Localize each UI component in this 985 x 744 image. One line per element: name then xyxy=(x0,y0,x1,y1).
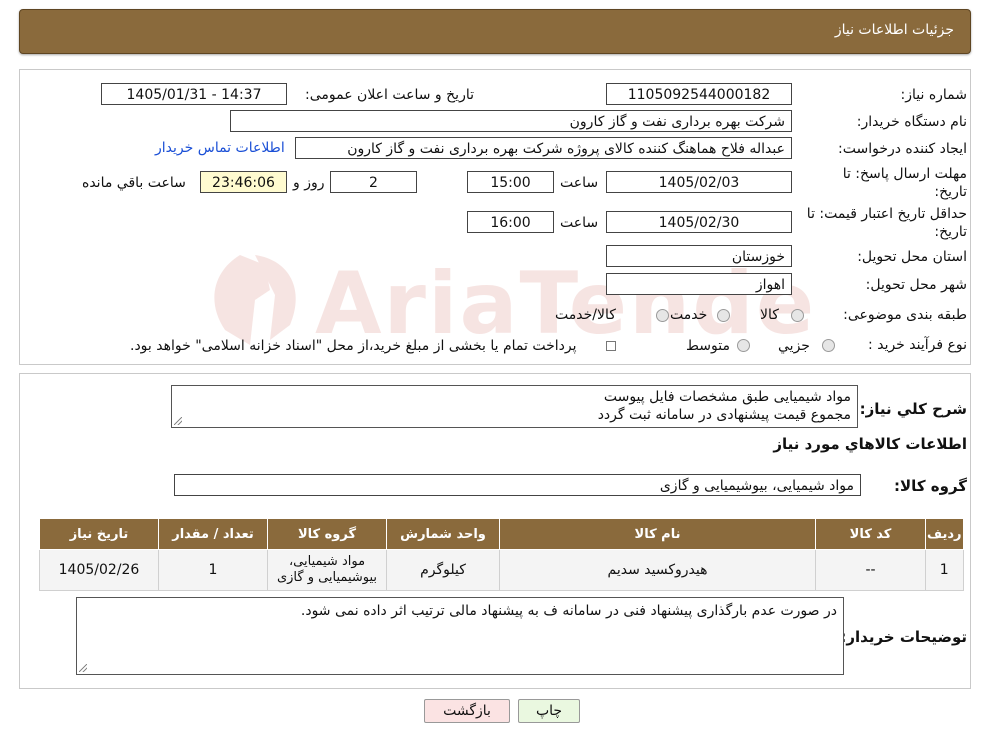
purchase-note: پرداخت تمام یا بخشی از مبلغ خرید،از محل … xyxy=(130,338,577,354)
category-radio-goods-service[interactable] xyxy=(656,309,669,322)
col-qty: تعداد / مقدار xyxy=(158,518,268,550)
creator-label: ایجاد کننده درخواست: xyxy=(838,141,967,157)
goods-section-title: اطلاعات کالاهاي مورد نياز xyxy=(773,435,967,453)
resize-grip-icon[interactable] xyxy=(174,417,182,425)
purchase-option-medium: متوسط xyxy=(686,338,730,354)
cell-name: هیدروکسید سدیم xyxy=(499,549,816,591)
category-radio-service[interactable] xyxy=(717,309,730,322)
summary-line-1: مواد شیمیایی طبق مشخصات فایل پیوست xyxy=(603,389,851,405)
purchase-radio-medium[interactable] xyxy=(737,339,750,352)
print-button[interactable]: چاپ xyxy=(518,699,580,723)
deadline-date-field: 1405/02/03 xyxy=(606,171,792,193)
creator-field: عبداله فلاح هماهنگ کننده کالای پروژه شرک… xyxy=(295,137,792,159)
goods-group-field: مواد شیمیایی، بیوشیمیایی و گازی xyxy=(174,474,861,496)
cell-date: 1405/02/26 xyxy=(39,549,159,591)
remaining-time-field: 23:46:06 xyxy=(200,171,287,193)
remaining-label: ساعت باقي مانده xyxy=(82,175,186,191)
purchase-type-label: نوع فرآیند خرید : xyxy=(868,337,967,353)
validity-time-label: ساعت xyxy=(560,215,599,231)
back-button[interactable]: بازگشت xyxy=(424,699,510,723)
goods-group-label: گروه کالا: xyxy=(894,477,967,495)
deadline-time-label: ساعت xyxy=(560,175,599,191)
need-number-label: شماره نیاز: xyxy=(900,87,968,103)
resize-grip-icon[interactable] xyxy=(79,664,87,672)
validity-label: حداقل تاریخ اعتبار قیمت: تا تاریخ: xyxy=(806,206,967,240)
deadline-time-field: 15:00 xyxy=(467,171,554,193)
cell-unit: کیلوگرم xyxy=(386,549,500,591)
table-row: 1 -- هیدروکسید سدیم کیلوگرم مواد شیمیایی… xyxy=(39,549,964,591)
goods-table-container: ردیف کد کالا نام کالا واحد شمارش گروه کا… xyxy=(39,518,964,591)
city-label: شهر محل تحویل: xyxy=(865,277,967,293)
category-radio-goods[interactable] xyxy=(791,309,804,322)
cell-code: -- xyxy=(815,549,926,591)
category-option-service: خدمت xyxy=(670,307,708,323)
announce-label: تاریخ و ساعت اعلان عمومی: xyxy=(305,87,474,103)
buyer-notes-label: توضیحات خریدار: xyxy=(840,628,967,646)
cell-group: مواد شیمیایی، بیوشیمیایی و گازی xyxy=(267,549,387,591)
col-unit: واحد شمارش xyxy=(386,518,500,550)
col-code: کد کالا xyxy=(815,518,926,550)
deadline-label: مهلت ارسال پاسخ: تا تاریخ: xyxy=(842,166,967,200)
validity-time-field: 16:00 xyxy=(467,211,554,233)
category-option-goods: کالا xyxy=(760,307,779,323)
cell-row: 1 xyxy=(925,549,964,591)
summary-textarea[interactable]: مواد شیمیایی طبق مشخصات فایل پیوست مجموع… xyxy=(171,385,858,428)
contact-info-link[interactable]: اطلاعات تماس خریدار xyxy=(155,140,285,156)
col-group: گروه کالا xyxy=(267,518,387,550)
province-field: خوزستان xyxy=(606,245,792,267)
col-row: ردیف xyxy=(925,518,964,550)
purchase-option-partial: جزیي xyxy=(778,338,810,354)
category-label: طبقه بندی موضوعی: xyxy=(843,307,967,323)
goods-table: ردیف کد کالا نام کالا واحد شمارش گروه کا… xyxy=(39,518,964,591)
days-label: روز و xyxy=(293,175,325,191)
treasury-checkbox[interactable] xyxy=(606,341,616,351)
purchase-radio-partial[interactable] xyxy=(822,339,835,352)
buyer-notes-textarea[interactable]: در صورت عدم بارگذاری پیشنهاد فنی در ساما… xyxy=(76,597,844,675)
col-date: تاریخ نیاز xyxy=(39,518,159,550)
province-label: استان محل تحویل: xyxy=(857,249,967,265)
summary-line-2: مجموع قیمت پیشنهادی در سامانه ثبت گردد xyxy=(597,407,851,423)
table-header-row: ردیف کد کالا نام کالا واحد شمارش گروه کا… xyxy=(39,518,964,550)
buyer-org-field: شرکت بهره برداری نفت و گاز کارون xyxy=(230,110,792,132)
days-field: 2 xyxy=(330,171,417,193)
buyer-notes-text: در صورت عدم بارگذاری پیشنهاد فنی در ساما… xyxy=(300,603,837,619)
need-number-field: 1105092544000182 xyxy=(606,83,792,105)
page-title: جزئیات اطلاعات نیاز xyxy=(834,22,954,38)
announce-field: 1405/01/31 - 14:37 xyxy=(101,83,287,105)
validity-date-field: 1405/02/30 xyxy=(606,211,792,233)
page-header: جزئیات اطلاعات نیاز xyxy=(19,9,971,54)
category-option-goods-service: کالا/خدمت xyxy=(555,307,616,323)
summary-label: شرح کلي نياز: xyxy=(859,400,967,418)
col-name: نام کالا xyxy=(499,518,816,550)
buyer-org-label: نام دستگاه خریدار: xyxy=(856,114,967,130)
cell-qty: 1 xyxy=(158,549,268,591)
city-field: اهواز xyxy=(606,273,792,295)
